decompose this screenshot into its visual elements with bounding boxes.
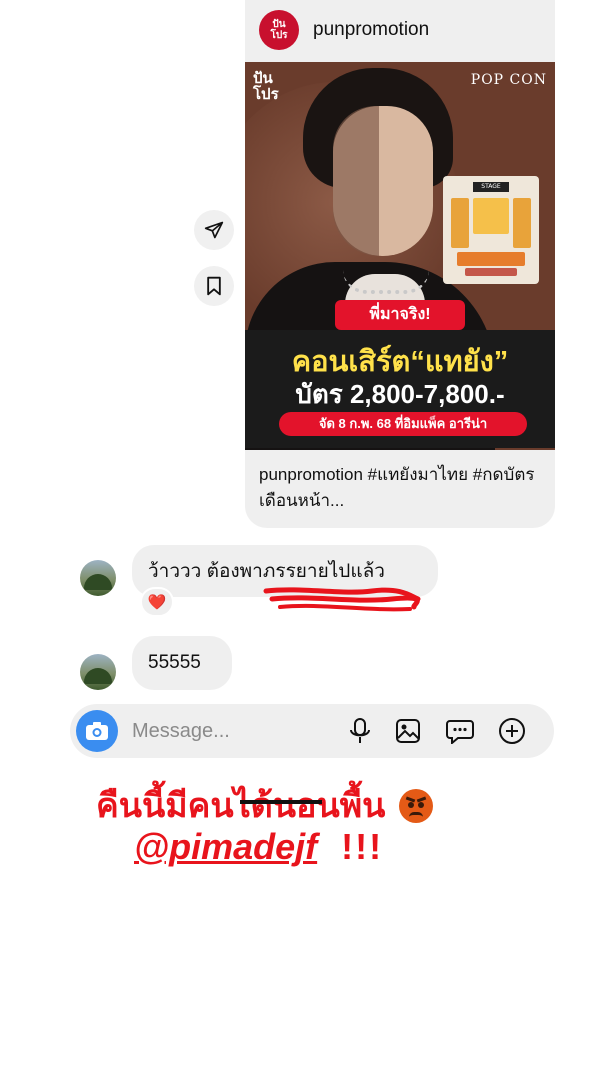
post-caption[interactable]: punpromotion #แทยังมาไทย #กดบัตรเดือนหน้…: [259, 462, 549, 514]
gallery-icon: [396, 719, 420, 743]
seating-map: STAGE: [443, 176, 539, 284]
exclamation-text: !!!: [341, 826, 384, 867]
bookmark-icon: [207, 276, 221, 296]
more-button[interactable]: [496, 715, 528, 747]
sticker-icon: [446, 720, 474, 744]
message-text: ว้าววว ต้องพาภรรยายไปแล้ว: [148, 561, 385, 582]
message-input[interactable]: [132, 716, 332, 746]
sticker-button[interactable]: [444, 715, 476, 747]
plus-icon: [499, 718, 525, 744]
account-avatar-text: ปัน โปร: [270, 19, 288, 41]
microphone-icon: [350, 718, 370, 743]
seat-zone: [451, 198, 469, 248]
avatar-photo: [84, 574, 112, 590]
camera-icon: [86, 722, 108, 740]
share-button[interactable]: [194, 210, 234, 250]
camera-button[interactable]: [76, 710, 118, 752]
shared-post-card[interactable]: ปัน โปร punpromotion ปัน โปร POP CON STA…: [245, 0, 555, 528]
paper-plane-icon: [204, 221, 224, 239]
seat-zone: [513, 198, 531, 248]
poster-tagline: พี่มาจริง!: [335, 300, 465, 330]
voice-button[interactable]: [344, 715, 376, 747]
angry-face-emoji-icon: [398, 789, 433, 823]
account-name[interactable]: punpromotion: [313, 19, 429, 41]
emoji-mouth: [408, 812, 423, 817]
artist-necklace: [343, 270, 429, 294]
seat-zone: [473, 198, 509, 234]
message-bubble[interactable]: 55555: [132, 636, 232, 690]
sender-avatar[interactable]: [80, 560, 116, 596]
seat-zone: [457, 252, 525, 266]
story-caption: คืนนี้มีคนได้นอนพื้น: [96, 778, 516, 832]
face-shadow: [333, 106, 379, 256]
heart-icon: ❤️: [147, 593, 167, 611]
save-button[interactable]: [194, 266, 234, 306]
account-avatar[interactable]: ปัน โปร: [259, 10, 299, 50]
emoji-eye: [417, 802, 424, 808]
message-text: 55555: [148, 652, 201, 673]
seat-zone: [465, 268, 517, 276]
poster-brand-left: ปัน โปร: [253, 69, 279, 103]
story-mention-line: @pimadejf!!!: [134, 826, 494, 868]
emoji-eye: [407, 802, 414, 808]
story-caption-text: คืนนี้มีคนได้นอนพื้น: [96, 787, 386, 825]
message-composer: [70, 704, 554, 758]
user-mention[interactable]: @pimadejf: [134, 826, 317, 867]
poster-price: บัตร 2,800-7,800.-: [295, 379, 505, 409]
gallery-button[interactable]: [392, 715, 424, 747]
poster-brand-right: POP CON: [470, 72, 547, 88]
strikethrough-line: [240, 800, 322, 804]
avatar-photo: [84, 668, 112, 684]
post-image[interactable]: ปัน โปร POP CON STAGE พี่มาจริง! คอนเสิร…: [245, 62, 555, 450]
seatmap-stage-label: STAGE: [473, 182, 509, 192]
sender-avatar[interactable]: [80, 654, 116, 690]
message-bubble[interactable]: ว้าววว ต้องพาภรรยายไปแล้ว: [132, 545, 438, 597]
post-header[interactable]: ปัน โปร punpromotion: [245, 0, 555, 60]
poster-date-venue: จัด 8 ก.พ. 68 ที่อิมแพ็ค อารีน่า: [279, 412, 527, 436]
heart-reaction[interactable]: ❤️: [140, 587, 174, 617]
